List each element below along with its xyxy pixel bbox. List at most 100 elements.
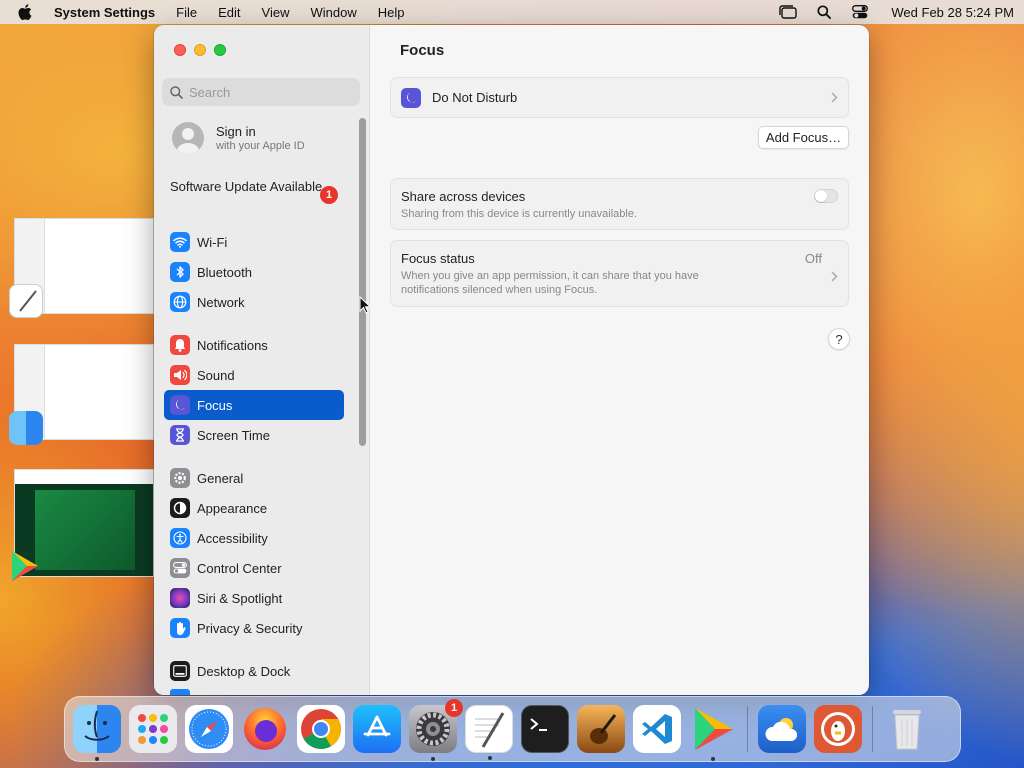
sidebar-item-wifi[interactable]: Wi-Fi bbox=[164, 227, 344, 257]
menu-clock[interactable]: Wed Feb 28 5:24 PM bbox=[891, 5, 1014, 20]
moon-icon bbox=[401, 87, 421, 108]
sidebar-scrollbar[interactable] bbox=[359, 118, 366, 446]
sidebar-item-general[interactable]: General bbox=[164, 463, 344, 493]
finder-icon bbox=[84, 710, 110, 741]
play-store-icon bbox=[695, 708, 733, 750]
bell-icon bbox=[170, 335, 190, 355]
share-across-devices-row: Share across devices Sharing from this d… bbox=[390, 178, 849, 230]
add-focus-button[interactable]: Add Focus… bbox=[758, 126, 849, 149]
sidebar-item-siri-spotlight[interactable]: Siri & Spotlight bbox=[164, 583, 344, 613]
dock-garageband[interactable] bbox=[577, 705, 625, 753]
sidebar-item-label: Sound bbox=[197, 367, 235, 383]
sidebar-item-label: Notifications bbox=[197, 337, 268, 353]
hand-icon bbox=[170, 618, 190, 638]
focus-status-subtitle: When you give an app permission, it can … bbox=[401, 270, 699, 296]
menu-help[interactable]: Help bbox=[378, 5, 405, 20]
dock-settings-badge: 1 bbox=[445, 699, 463, 717]
sidebar-item-screen-time[interactable]: Screen Time bbox=[164, 420, 344, 450]
dock-icon bbox=[170, 661, 190, 681]
dock-app-store[interactable] bbox=[353, 705, 401, 753]
bluetooth-icon bbox=[170, 262, 190, 282]
sidebar-item-label: Privacy & Security bbox=[197, 620, 303, 636]
sidebar-item-appearance[interactable]: Appearance bbox=[164, 493, 344, 523]
sidebar-item-bluetooth[interactable]: Bluetooth bbox=[164, 257, 344, 287]
sidebar-item-notifications[interactable]: Notifications bbox=[164, 330, 344, 360]
app-store-icon bbox=[363, 715, 391, 737]
apple-id-sign-in[interactable]: Sign in with your Apple ID bbox=[172, 122, 305, 154]
dock-terminal[interactable] bbox=[521, 705, 569, 753]
software-update-badge: 1 bbox=[320, 186, 338, 204]
sidebar-item-label: Wi-Fi bbox=[197, 234, 228, 250]
dock-launchpad[interactable] bbox=[129, 705, 177, 753]
focus-status-row[interactable]: Focus status When you give an app permis… bbox=[390, 240, 849, 307]
running-indicator bbox=[488, 756, 492, 760]
sidebar-item-label: Desktop & Dock bbox=[197, 663, 291, 679]
menu-file[interactable]: File bbox=[176, 5, 197, 20]
menu-view[interactable]: View bbox=[262, 5, 290, 20]
globe-icon bbox=[170, 292, 190, 312]
search-input[interactable] bbox=[189, 84, 349, 100]
settings-icon bbox=[416, 712, 450, 746]
sidebar-search[interactable] bbox=[162, 78, 360, 106]
dock-vscode[interactable] bbox=[633, 705, 681, 753]
menu-app-name[interactable]: System Settings bbox=[54, 5, 155, 20]
window-controls bbox=[174, 44, 226, 56]
dock-chrome[interactable] bbox=[297, 705, 345, 753]
sidebar-item-control-center[interactable]: Control Center bbox=[164, 553, 344, 583]
accessibility-icon bbox=[170, 528, 190, 548]
zoom-window-button[interactable] bbox=[214, 44, 226, 56]
sidebar-item-sound[interactable]: Sound bbox=[164, 360, 344, 390]
sidebar-item-network[interactable]: Network bbox=[164, 287, 344, 317]
sidebar-item-label: Bluetooth bbox=[197, 264, 252, 280]
menu-edit[interactable]: Edit bbox=[218, 5, 240, 20]
share-across-devices-title: Share across devices bbox=[401, 189, 526, 204]
sidebar-item-desktop-dock[interactable]: Desktop & Dock bbox=[164, 656, 344, 686]
avatar bbox=[172, 122, 204, 154]
control-center-menu-icon[interactable] bbox=[851, 4, 869, 20]
dock-safari[interactable] bbox=[185, 705, 233, 753]
focus-pane: Focus Do Not Disturb Add Focus… Share ac… bbox=[370, 25, 869, 695]
speaker-icon bbox=[170, 365, 190, 385]
sidebar-item-label: Focus bbox=[197, 397, 233, 413]
do-not-disturb-row[interactable]: Do Not Disturb bbox=[390, 77, 849, 118]
chrome-icon bbox=[301, 709, 341, 749]
sidebar-item-label: Screen Time bbox=[197, 427, 270, 443]
dock-weather[interactable] bbox=[758, 705, 806, 753]
control-center-icon bbox=[170, 558, 190, 578]
sidebar-item-label: Network bbox=[197, 294, 245, 310]
sign-in-title: Sign in bbox=[216, 124, 256, 139]
sidebar-item-label: Control Center bbox=[197, 560, 282, 576]
menu-window[interactable]: Window bbox=[310, 5, 356, 20]
dock-finder[interactable] bbox=[73, 705, 121, 761]
safari-icon bbox=[189, 709, 229, 749]
textedit-icon bbox=[9, 284, 43, 318]
sign-in-subtitle: with your Apple ID bbox=[216, 140, 305, 152]
stage-manager-icon[interactable] bbox=[779, 4, 798, 20]
dock-textedit[interactable] bbox=[465, 705, 513, 760]
sidebar-item-accessibility[interactable]: Accessibility bbox=[164, 523, 344, 553]
dock-duckduckgo[interactable] bbox=[814, 705, 862, 753]
sidebar-item-label: General bbox=[197, 470, 244, 486]
finder-icon bbox=[9, 411, 43, 445]
apple-menu-icon[interactable] bbox=[18, 4, 34, 20]
play-store-icon bbox=[8, 549, 42, 583]
sidebar-item-privacy-security[interactable]: Privacy & Security bbox=[164, 613, 344, 643]
close-window-button[interactable] bbox=[174, 44, 186, 56]
dock-separator bbox=[747, 706, 748, 752]
running-indicator bbox=[711, 757, 715, 761]
sidebar: Sign in with your Apple ID Software Upda… bbox=[154, 25, 370, 695]
weather-icon bbox=[765, 718, 798, 741]
minimize-window-button[interactable] bbox=[194, 44, 206, 56]
help-button[interactable]: ? bbox=[828, 328, 850, 350]
dock-firefox[interactable] bbox=[241, 705, 289, 753]
chevron-right-icon bbox=[831, 90, 838, 106]
dock-trash[interactable] bbox=[883, 705, 931, 753]
sidebar-item-focus[interactable]: Focus bbox=[164, 390, 344, 420]
firefox-icon bbox=[244, 708, 286, 750]
dock-system-settings[interactable]: 1 bbox=[409, 699, 463, 761]
spotlight-search-icon[interactable] bbox=[815, 4, 833, 20]
dock-play-store[interactable] bbox=[689, 705, 737, 761]
terminal-icon bbox=[530, 718, 547, 731]
share-across-devices-toggle[interactable] bbox=[814, 189, 838, 203]
siri-icon bbox=[170, 588, 190, 608]
